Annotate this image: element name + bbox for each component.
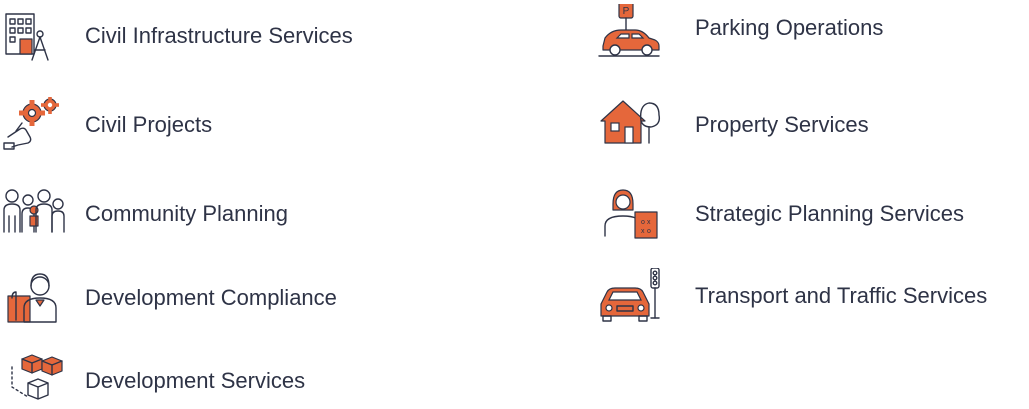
service-label-development-services: Development Services — [85, 368, 306, 393]
service-label-parking-operations: Parking Operations — [695, 15, 884, 40]
service-link-parking-operations[interactable]: P Parking Operations — [597, 0, 927, 64]
service-link-civil-projects[interactable]: Civil Projects — [2, 97, 302, 153]
service-link-transport-traffic[interactable]: Transport and Traffic Services — [597, 268, 1029, 328]
service-link-civil-infrastructure[interactable]: Civil Infrastructure Services — [2, 8, 402, 64]
service-label-civil-projects: Civil Projects — [85, 112, 213, 137]
hand-gears-icon — [2, 97, 66, 153]
service-link-development-compliance[interactable]: Development Compliance — [2, 270, 382, 326]
building-blocks-icon — [2, 353, 66, 409]
service-link-strategic-planning[interactable]: o x x o Strategic Planning Services — [597, 186, 1017, 242]
house-tree-icon — [597, 97, 661, 153]
car-traffic-light-icon — [597, 268, 661, 324]
service-link-development-services[interactable]: Development Services — [2, 353, 342, 409]
family-group-icon — [2, 186, 66, 242]
person-document-icon — [2, 270, 66, 326]
service-label-transport-traffic: Transport and Traffic Services — [695, 283, 988, 308]
service-label-development-compliance: Development Compliance — [85, 285, 337, 310]
service-label-strategic-planning: Strategic Planning Services — [695, 201, 965, 226]
svg-text:o: o — [647, 228, 651, 235]
planner-strategy-board-icon: o x x o — [597, 186, 661, 242]
car-parking-sign-icon: P — [597, 4, 661, 60]
svg-text:x: x — [641, 228, 645, 235]
service-link-community-planning[interactable]: Community Planning — [2, 186, 332, 242]
svg-text:o: o — [641, 219, 645, 226]
service-label-community-planning: Community Planning — [85, 201, 288, 226]
service-label-property-services: Property Services — [695, 112, 869, 137]
service-link-property-services[interactable]: Property Services — [597, 97, 927, 153]
service-label-civil-infrastructure: Civil Infrastructure Services — [85, 23, 353, 48]
svg-text:P: P — [623, 6, 630, 17]
svg-text:x: x — [647, 219, 651, 226]
building-compass-icon — [2, 8, 66, 64]
